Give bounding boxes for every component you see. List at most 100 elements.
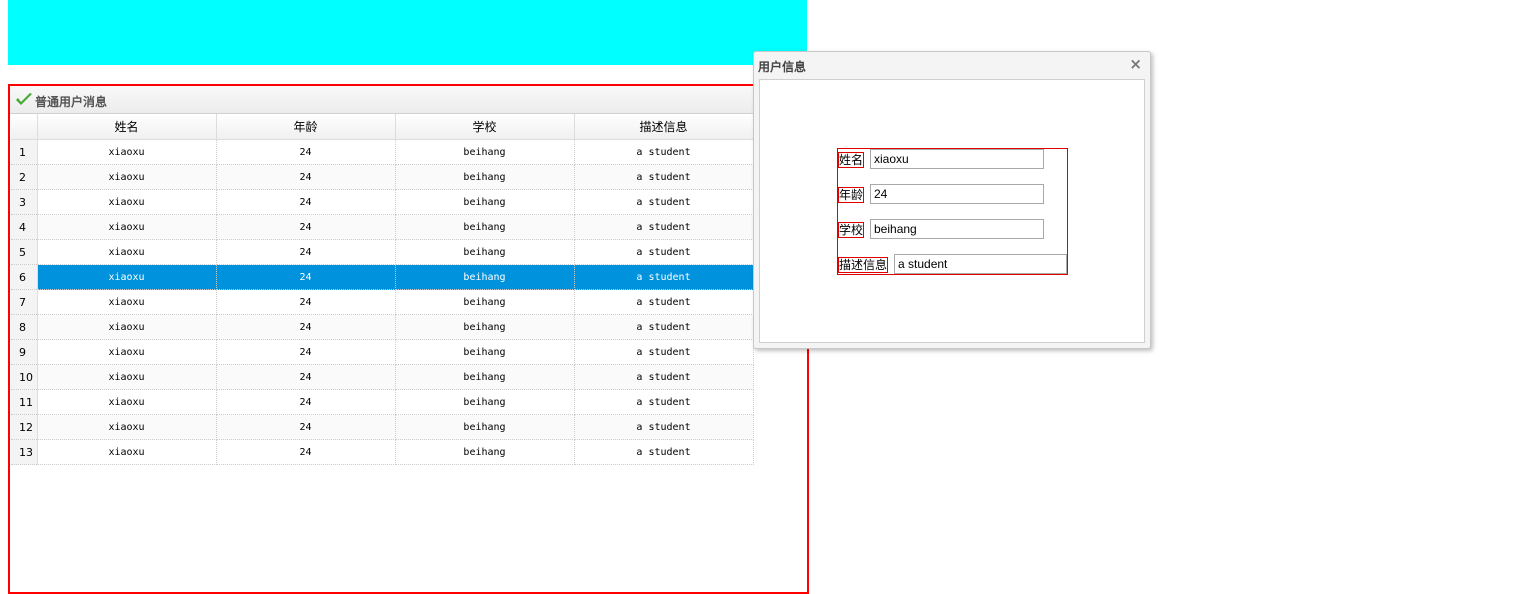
school-cell: beihang bbox=[395, 164, 575, 190]
school-cell: beihang bbox=[395, 339, 575, 365]
description-cell: a student bbox=[574, 389, 754, 415]
school-cell: beihang bbox=[395, 189, 575, 215]
row-number-cell: 1 bbox=[11, 139, 38, 165]
dialog-body: 姓名 年龄 学校 描述信息 bbox=[759, 79, 1145, 343]
table-row[interactable]: 3 xiaoxu 24 beihang a student bbox=[11, 189, 754, 215]
column-header-name[interactable]: 姓名 bbox=[37, 114, 217, 140]
table-header-row: 姓名 年龄 学校 描述信息 bbox=[11, 114, 754, 140]
row-number-cell: 9 bbox=[11, 339, 38, 365]
description-cell: a student bbox=[574, 289, 754, 315]
age-field[interactable] bbox=[870, 184, 1044, 204]
school-label: 学校 bbox=[838, 222, 865, 238]
table-row[interactable]: 2 xiaoxu 24 beihang a student bbox=[11, 164, 754, 190]
description-cell: a student bbox=[574, 264, 754, 290]
age-cell: 24 bbox=[216, 389, 396, 415]
table-row[interactable]: 7 xiaoxu 24 beihang a student bbox=[11, 289, 754, 315]
name-cell: xiaoxu bbox=[37, 314, 217, 340]
user-grid-panel: 普通用户消息 姓名 年龄 学校 描述信息 1 xiaoxu 24 beihang a s… bbox=[8, 84, 809, 594]
row-number-cell: 3 bbox=[11, 189, 38, 215]
description-cell: a student bbox=[574, 339, 754, 365]
name-cell: xiaoxu bbox=[37, 164, 217, 190]
name-cell: xiaoxu bbox=[37, 414, 217, 440]
description-cell: a student bbox=[574, 239, 754, 265]
user-info-dialog: 用户信息 × 姓名 年龄 学校 描述信息 bbox=[753, 51, 1151, 349]
name-cell: xiaoxu bbox=[37, 364, 217, 390]
row-number-cell: 5 bbox=[11, 239, 38, 265]
description-cell: a student bbox=[574, 189, 754, 215]
row-number-cell: 2 bbox=[11, 164, 38, 190]
column-header-age[interactable]: 年龄 bbox=[216, 114, 396, 140]
age-cell: 24 bbox=[216, 164, 396, 190]
row-number-cell: 10 bbox=[11, 364, 38, 390]
dialog-title: 用户信息 bbox=[758, 60, 807, 74]
table-row[interactable]: 8 xiaoxu 24 beihang a student bbox=[11, 314, 754, 340]
table-row[interactable]: 12 xiaoxu 24 beihang a student bbox=[11, 414, 754, 440]
age-cell: 24 bbox=[216, 364, 396, 390]
user-info-form: 姓名 年龄 学校 描述信息 bbox=[837, 148, 1068, 275]
checkmark-icon bbox=[16, 93, 32, 105]
description-label: 描述信息 bbox=[838, 257, 889, 273]
name-cell: xiaoxu bbox=[37, 289, 217, 315]
name-field[interactable] bbox=[870, 149, 1044, 169]
column-header-description[interactable]: 描述信息 bbox=[574, 114, 754, 140]
name-cell: xiaoxu bbox=[37, 214, 217, 240]
row-number-cell: 8 bbox=[11, 314, 38, 340]
name-cell: xiaoxu bbox=[37, 264, 217, 290]
name-label: 姓名 bbox=[838, 152, 865, 168]
table-row[interactable]: 4 xiaoxu 24 beihang a student bbox=[11, 214, 754, 240]
description-cell: a student bbox=[574, 364, 754, 390]
table-row[interactable]: 6 xiaoxu 24 beihang a student bbox=[11, 264, 754, 290]
table-row[interactable]: 13 xiaoxu 24 beihang a student bbox=[11, 439, 754, 465]
row-number-cell: 6 bbox=[11, 264, 38, 290]
panel-header: 普通用户消息 bbox=[10, 86, 753, 114]
school-cell: beihang bbox=[395, 364, 575, 390]
school-cell: beihang bbox=[395, 239, 575, 265]
table-row[interactable]: 1 xiaoxu 24 beihang a student bbox=[11, 139, 754, 165]
school-cell: beihang bbox=[395, 439, 575, 465]
row-number-cell: 11 bbox=[11, 389, 38, 415]
row-number-header bbox=[11, 114, 38, 140]
table-row[interactable]: 5 xiaoxu 24 beihang a student bbox=[11, 239, 754, 265]
description-cell: a student bbox=[574, 214, 754, 240]
user-table: 姓名 年龄 学校 描述信息 1 xiaoxu 24 beihang a student 2… bbox=[11, 114, 754, 465]
description-field[interactable] bbox=[894, 254, 1067, 274]
school-cell: beihang bbox=[395, 314, 575, 340]
name-cell: xiaoxu bbox=[37, 139, 217, 165]
school-cell: beihang bbox=[395, 389, 575, 415]
school-cell: beihang bbox=[395, 414, 575, 440]
row-number-cell: 7 bbox=[11, 289, 38, 315]
row-number-cell: 12 bbox=[11, 414, 38, 440]
name-cell: xiaoxu bbox=[37, 189, 217, 215]
name-cell: xiaoxu bbox=[37, 439, 217, 465]
age-cell: 24 bbox=[216, 314, 396, 340]
table-row[interactable]: 10 xiaoxu 24 beihang a student bbox=[11, 364, 754, 390]
row-number-cell: 4 bbox=[11, 214, 38, 240]
table-row[interactable]: 11 xiaoxu 24 beihang a student bbox=[11, 389, 754, 415]
age-cell: 24 bbox=[216, 214, 396, 240]
row-number-cell: 13 bbox=[11, 439, 38, 465]
age-cell: 24 bbox=[216, 439, 396, 465]
age-cell: 24 bbox=[216, 139, 396, 165]
name-cell: xiaoxu bbox=[37, 339, 217, 365]
age-cell: 24 bbox=[216, 189, 396, 215]
age-cell: 24 bbox=[216, 414, 396, 440]
school-cell: beihang bbox=[395, 289, 575, 315]
age-label: 年龄 bbox=[838, 187, 865, 203]
age-cell: 24 bbox=[216, 289, 396, 315]
age-cell: 24 bbox=[216, 264, 396, 290]
school-cell: beihang bbox=[395, 214, 575, 240]
close-icon[interactable]: × bbox=[1129, 55, 1142, 73]
description-cell: a student bbox=[574, 139, 754, 165]
school-field[interactable] bbox=[870, 219, 1044, 239]
age-cell: 24 bbox=[216, 339, 396, 365]
school-cell: beihang bbox=[395, 264, 575, 290]
name-cell: xiaoxu bbox=[37, 389, 217, 415]
description-cell: a student bbox=[574, 439, 754, 465]
school-cell: beihang bbox=[395, 139, 575, 165]
panel-title: 普通用户消息 bbox=[35, 95, 108, 109]
table-row[interactable]: 9 xiaoxu 24 beihang a student bbox=[11, 339, 754, 365]
column-header-school[interactable]: 学校 bbox=[395, 114, 575, 140]
description-cell: a student bbox=[574, 414, 754, 440]
description-cell: a student bbox=[574, 164, 754, 190]
description-cell: a student bbox=[574, 314, 754, 340]
